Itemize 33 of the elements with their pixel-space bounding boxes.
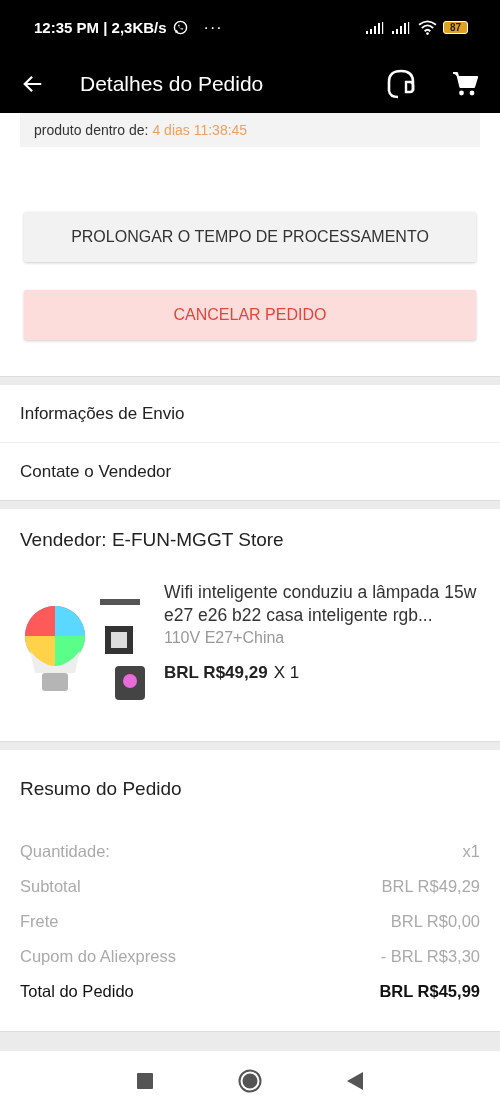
summary-label: Cupom do Aliexpress	[20, 947, 176, 966]
summary-label: Quantidade:	[20, 842, 110, 861]
summary-value: BRL R$45,99	[379, 982, 480, 1001]
chat-app-icon	[172, 20, 188, 35]
summary-label: Subtotal	[20, 877, 81, 896]
summary-value: BRL R$0,00	[390, 912, 480, 931]
signal-icon	[365, 21, 386, 34]
menu-item[interactable]: Contate o Vendedor	[0, 443, 500, 500]
summary-value: - BRL R$3,30	[380, 947, 480, 966]
page-title: Detalhes do Pedido	[80, 72, 265, 96]
summary-value: BRL R$49,29	[381, 877, 480, 896]
seller-name[interactable]: Vendedor: E-FUN-MGGT Store	[20, 529, 480, 581]
menu-item[interactable]: Informações de Envio	[0, 385, 500, 443]
wifi-icon	[417, 20, 437, 35]
section-title: Resumo do Pedido	[20, 778, 183, 800]
product-variant: 110V E27+China	[164, 629, 286, 647]
status-more: ···	[203, 18, 223, 37]
product-quantity: X 1	[273, 663, 300, 683]
extend-button[interactable]: PROLONGAR O TEMPO DE PROCESSAMENTO	[24, 212, 476, 262]
status-time: 12:35 PM | 2,3KB/s	[34, 19, 167, 36]
back-arrow-icon[interactable]	[22, 73, 44, 95]
summary-label: Frete	[20, 912, 59, 931]
notice-text: produto dentro de:	[34, 122, 149, 139]
cart-icon[interactable]	[452, 71, 478, 97]
battery-indicator: 87	[442, 21, 468, 34]
countdown-text: 4 dias 11:38:45	[152, 122, 248, 139]
product-title[interactable]: Wifi inteligente conduziu a lâmpada 15w e27 e26 b22 casa inteligente rgb...	[164, 581, 480, 627]
product-price: BRL R$49,29	[164, 663, 268, 683]
summary-label: Total do Pedido	[20, 982, 134, 1001]
home-icon[interactable]	[238, 1069, 262, 1093]
summary-value: x1	[462, 842, 480, 861]
back-icon[interactable]	[347, 1072, 363, 1090]
signal-icon	[391, 21, 412, 34]
